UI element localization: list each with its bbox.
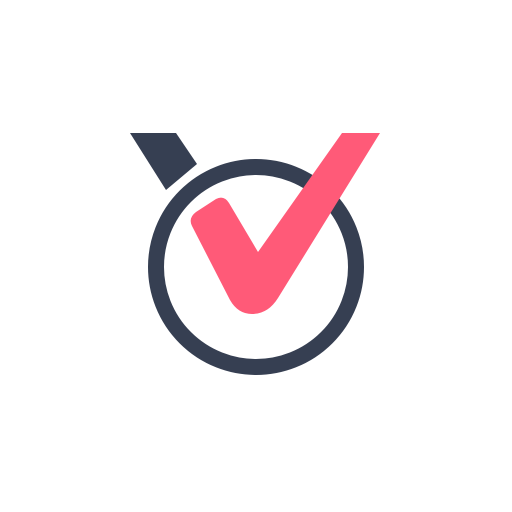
dark-wedge-shape — [130, 133, 197, 190]
logo-canvas — [0, 0, 512, 512]
check-ring-logo-icon — [130, 133, 380, 375]
